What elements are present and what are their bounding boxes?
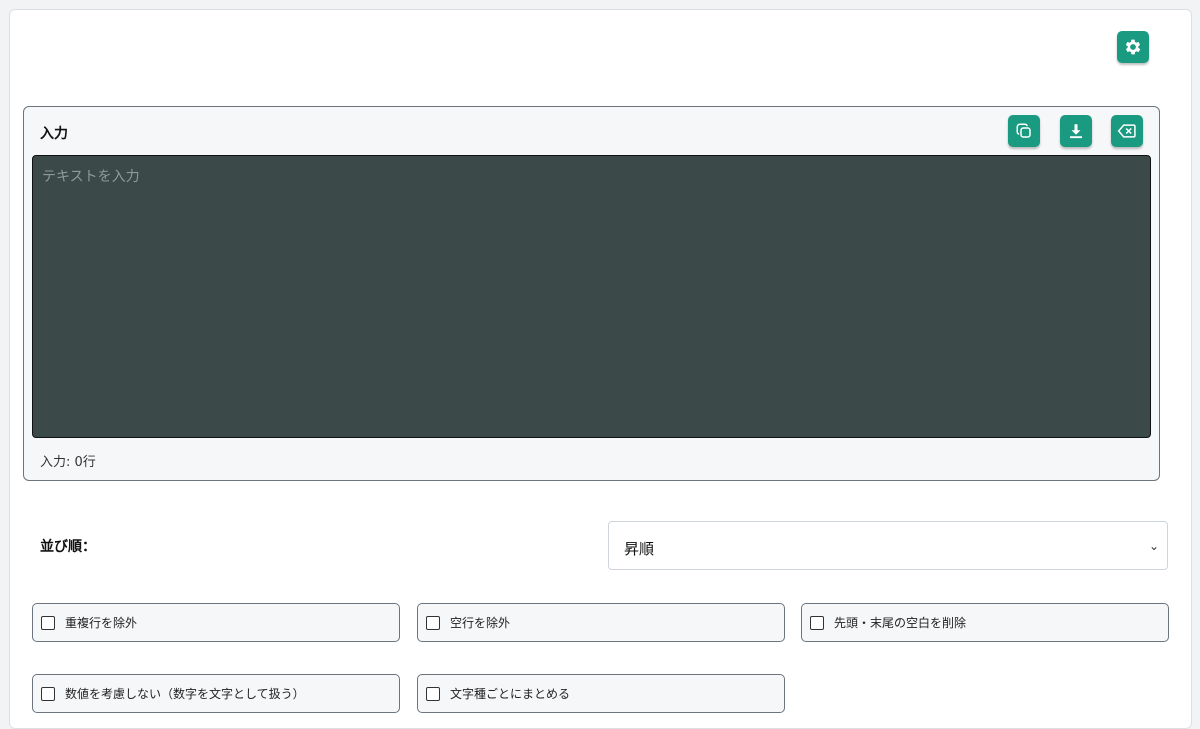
copy-icon	[1016, 123, 1031, 138]
gear-icon	[1125, 39, 1141, 55]
sort-order-select[interactable]: 昇順 ⌄	[608, 521, 1168, 570]
option-group-by-char-type[interactable]: 文字種ごとにまとめる	[417, 674, 785, 713]
settings-button[interactable]	[1117, 31, 1149, 63]
checkbox[interactable]	[810, 615, 824, 630]
chevron-down-icon: ⌄	[1148, 539, 1159, 553]
text-input[interactable]	[32, 155, 1151, 438]
sort-order-value: 昇順	[624, 540, 655, 558]
option-label: 空行を除外	[450, 616, 511, 630]
option-label: 文字種ごとにまとめる	[450, 687, 571, 701]
option-label: 数値を考慮しない（数字を文字として扱う）	[65, 687, 305, 701]
checkbox[interactable]	[426, 686, 440, 701]
option-remove-empty-lines[interactable]: 空行を除外	[417, 603, 785, 642]
download-button[interactable]	[1060, 115, 1092, 147]
option-ignore-numeric[interactable]: 数値を考慮しない（数字を文字として扱う）	[32, 674, 400, 713]
option-label: 重複行を除外	[65, 616, 138, 630]
backspace-icon	[1117, 124, 1136, 138]
checkbox[interactable]	[426, 615, 440, 630]
download-icon	[1070, 124, 1082, 139]
line-count: 入力: 0行	[40, 455, 96, 470]
option-trim-whitespace[interactable]: 先頭・末尾の空白を削除	[801, 603, 1169, 642]
option-label: 先頭・末尾の空白を削除	[834, 616, 967, 630]
checkbox[interactable]	[41, 615, 55, 630]
checkbox[interactable]	[41, 686, 55, 701]
input-panel-title: 入力	[40, 126, 68, 142]
copy-button[interactable]	[1008, 115, 1040, 147]
option-remove-duplicates[interactable]: 重複行を除外	[32, 603, 400, 642]
clear-button[interactable]	[1111, 115, 1143, 147]
sort-order-label: 並び順：	[40, 539, 96, 555]
input-panel: 入力 入力: 0行	[23, 106, 1160, 481]
